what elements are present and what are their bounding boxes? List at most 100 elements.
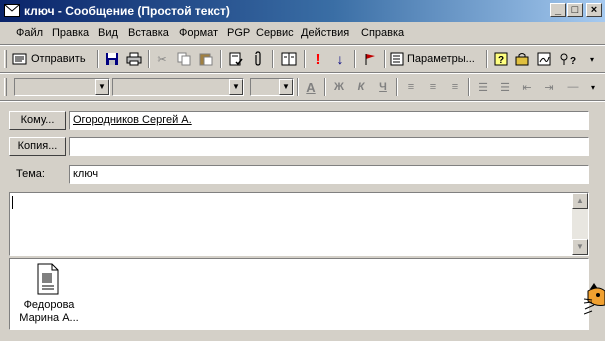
text-cursor	[12, 196, 13, 209]
toolbar-separator	[297, 78, 299, 96]
toolbar-separator	[148, 50, 150, 68]
printer-icon	[126, 52, 142, 66]
toolbar-separator	[468, 78, 470, 96]
maximize-button[interactable]: □	[567, 3, 583, 17]
toolbar-separator	[220, 50, 222, 68]
font-color-button[interactable]: A	[302, 77, 320, 97]
sign-button[interactable]	[535, 49, 553, 69]
align-right-icon: ≡	[451, 81, 459, 93]
to-field[interactable]: Огородников Сергей А.	[69, 111, 589, 130]
align-center-button[interactable]: ≡	[424, 77, 442, 97]
paste-button[interactable]	[196, 49, 216, 69]
menu-insert[interactable]: Вставка	[128, 27, 169, 39]
paperclip-icon	[255, 51, 261, 66]
help-button[interactable]: ?	[492, 49, 510, 69]
style-select[interactable]: ▼	[14, 78, 110, 96]
menu-edit[interactable]: Правка	[52, 27, 89, 39]
floppy-icon	[106, 53, 118, 65]
office-assistant-icon[interactable]	[584, 283, 605, 319]
save-button[interactable]	[102, 49, 122, 69]
menu-view[interactable]: Вид	[98, 27, 118, 39]
encrypt-button[interactable]	[513, 49, 531, 69]
decrease-indent-button[interactable]: ⇤	[518, 77, 536, 97]
attachment-name[interactable]: Федорова Марина А...	[14, 299, 84, 325]
align-center-icon: ≡	[429, 81, 437, 93]
outdent-icon: ⇤	[522, 81, 532, 94]
chevron-down-icon: ▼	[279, 79, 293, 95]
document-icon[interactable]	[34, 263, 62, 295]
menu-pgp[interactable]: PGP	[227, 27, 250, 39]
align-left-button[interactable]: ≡	[402, 77, 420, 97]
subject-field[interactable]: ключ	[69, 165, 589, 184]
chevron-down-icon: ▼	[229, 79, 243, 95]
divider	[0, 100, 605, 102]
options-button[interactable]: Параметры...	[390, 49, 482, 69]
address-book-icon	[281, 52, 297, 66]
pgp-keys-button[interactable]: ?	[557, 49, 579, 69]
scissors-icon: ✂	[157, 53, 167, 66]
menu-actions[interactable]: Действия	[301, 27, 349, 39]
cc-button[interactable]: Копия...	[9, 137, 66, 156]
bullets-button[interactable]: ☰	[474, 77, 492, 97]
cut-button[interactable]: ✂	[152, 49, 172, 69]
subject-label: Тема:	[16, 168, 45, 180]
align-left-icon: ≡	[407, 81, 415, 93]
chevron-down-icon: ▾	[589, 54, 594, 64]
bullet-list-icon: ☰	[478, 81, 488, 94]
chevron-down-icon: ▼	[95, 79, 109, 95]
message-body[interactable]: ▲ ▼	[9, 192, 589, 256]
body-scrollbar[interactable]: ▲ ▼	[572, 193, 588, 255]
print-button[interactable]	[124, 49, 144, 69]
options-icon	[390, 52, 404, 66]
svg-text:?: ?	[570, 56, 576, 66]
italic-button[interactable]: К	[352, 77, 370, 97]
copy-button[interactable]	[174, 49, 194, 69]
font-size-select[interactable]: ▼	[250, 78, 294, 96]
numbering-button[interactable]: ☰	[496, 77, 514, 97]
toolbar-separator	[324, 78, 326, 96]
numbered-list-icon: ☰	[500, 81, 510, 94]
horizontal-line-button[interactable]: —	[563, 77, 583, 97]
increase-indent-button[interactable]: ⇥	[540, 77, 558, 97]
clipboard-icon	[199, 53, 213, 66]
keys-icon: ?	[560, 53, 576, 66]
align-right-button[interactable]: ≡	[446, 77, 464, 97]
exclamation-icon: !	[315, 50, 321, 68]
menu-help[interactable]: Справка	[361, 27, 404, 39]
chevron-down-icon: ▾	[590, 82, 595, 92]
menu-format[interactable]: Формат	[179, 27, 218, 39]
toolbar-separator	[97, 50, 99, 68]
scroll-up-button[interactable]: ▲	[572, 193, 588, 209]
down-arrow-icon: ↓	[336, 51, 344, 67]
toolbar-overflow-button[interactable]: ▾	[587, 77, 599, 97]
toolbar-overflow-button[interactable]: ▾	[585, 49, 599, 69]
to-button[interactable]: Кому...	[9, 111, 66, 130]
horizontal-line-icon: —	[567, 81, 579, 93]
flag-button[interactable]	[360, 49, 380, 69]
menu-file[interactable]: Файл	[16, 27, 43, 39]
font-select[interactable]: ▼	[112, 78, 244, 96]
flag-icon	[365, 54, 375, 65]
toolbar-grip	[4, 78, 7, 96]
attach-button[interactable]	[248, 49, 268, 69]
scroll-down-button[interactable]: ▼	[572, 239, 588, 255]
standard-toolbar: Отправить ✂ ! ↓ Параметры... ? ? ▾	[0, 46, 605, 72]
send-icon	[12, 53, 27, 65]
formatting-toolbar: ▼ ▼ ▼ A Ж К Ч ≡ ≡ ≡ ☰ ☰ ⇤ ⇥ — ▾	[0, 74, 605, 100]
minimize-button[interactable]: _	[550, 3, 566, 17]
check-names-icon	[229, 52, 243, 66]
toolbar-grip	[4, 50, 7, 68]
underline-button[interactable]: Ч	[374, 77, 392, 97]
close-button[interactable]: ×	[586, 3, 602, 17]
svg-text:?: ?	[498, 55, 504, 66]
recipient-name[interactable]: Огородников Сергей А.	[73, 114, 192, 126]
high-importance-button[interactable]: !	[310, 49, 326, 69]
menu-tools[interactable]: Сервис	[256, 27, 294, 39]
address-book-button[interactable]	[278, 49, 300, 69]
send-button[interactable]: Отправить	[12, 49, 92, 69]
toolbar-separator	[272, 50, 274, 68]
low-importance-button[interactable]: ↓	[330, 49, 350, 69]
check-names-button[interactable]	[226, 49, 246, 69]
cc-field[interactable]	[69, 137, 589, 156]
bold-button[interactable]: Ж	[330, 77, 348, 97]
